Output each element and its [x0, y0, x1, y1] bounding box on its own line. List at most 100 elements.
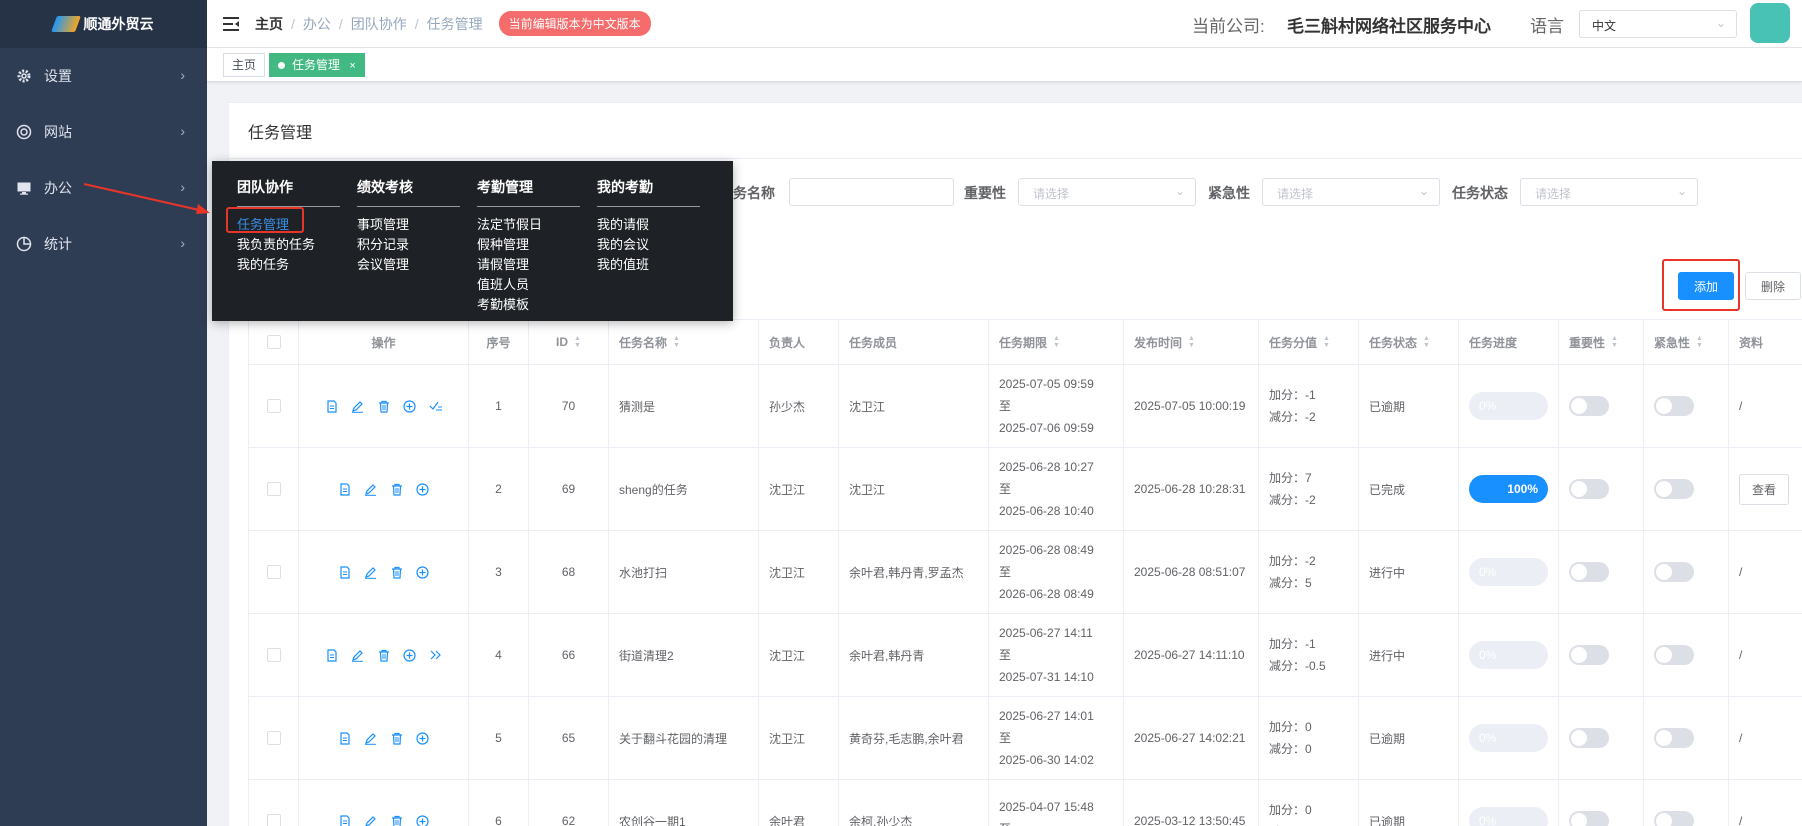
edit-icon[interactable]: [351, 399, 365, 413]
task-name-input[interactable]: [789, 178, 954, 206]
sort-icon[interactable]: ▲ ▼: [1696, 335, 1703, 349]
sort-icon[interactable]: ▲ ▼: [1423, 335, 1430, 349]
row-checkbox[interactable]: [266, 399, 281, 413]
detail-icon[interactable]: [338, 565, 352, 579]
menu-item-points[interactable]: 积分记录: [357, 235, 460, 255]
menu-toggle-icon[interactable]: [207, 16, 255, 31]
tag-task-management[interactable]: 任务管理 ×: [269, 53, 365, 77]
owner-cell: 沈卫江: [759, 448, 839, 530]
delete-button[interactable]: 删除: [1745, 272, 1801, 300]
col-header-published[interactable]: 发布时间 ▲ ▼: [1124, 320, 1259, 364]
office-dropdown-menu: 团队协作 任务管理 我负责的任务 我的任务 绩效考核 事项管理 积分记录 会议管…: [212, 161, 733, 321]
importance-toggle[interactable]: [1569, 728, 1609, 748]
urgency-toggle[interactable]: [1654, 645, 1694, 665]
deadline-start: 2025-06-28 08:49: [999, 543, 1094, 557]
delete-icon[interactable]: [390, 482, 404, 496]
view-material-button[interactable]: 查看: [1739, 473, 1790, 505]
row-checkbox[interactable]: [266, 482, 281, 496]
detail-icon[interactable]: [325, 648, 339, 662]
detail-icon[interactable]: [338, 482, 352, 496]
importance-toggle[interactable]: [1569, 645, 1609, 665]
menu-item-my-tasks[interactable]: 我的任务: [237, 255, 340, 275]
urgency-toggle[interactable]: [1654, 396, 1694, 416]
urgency-toggle[interactable]: [1654, 562, 1694, 582]
delete-icon[interactable]: [377, 648, 391, 662]
delete-icon[interactable]: [377, 399, 391, 413]
delete-icon[interactable]: [390, 731, 404, 745]
urgency-toggle[interactable]: [1654, 479, 1694, 499]
sidebar-item-statistics[interactable]: 统计 ›: [0, 216, 207, 272]
edit-icon[interactable]: [364, 565, 378, 579]
sort-icon[interactable]: ▲ ▼: [1188, 335, 1195, 349]
row-checkbox[interactable]: [266, 565, 281, 579]
material-value: /: [1739, 731, 1743, 745]
menu-item-my-meetings[interactable]: 我的会议: [597, 235, 700, 255]
urgency-toggle[interactable]: [1654, 811, 1694, 826]
app-logo[interactable]: 顺通外贸云: [0, 0, 207, 48]
row-checkbox[interactable]: [266, 814, 281, 826]
detail-icon[interactable]: [338, 814, 352, 826]
menu-item-meetings[interactable]: 会议管理: [357, 255, 460, 275]
avatar[interactable]: [1750, 3, 1790, 43]
sort-icon[interactable]: ▲ ▼: [673, 335, 680, 349]
add-subtask-icon[interactable]: [416, 731, 430, 745]
forward-icon[interactable]: [429, 648, 443, 662]
add-subtask-icon[interactable]: [403, 399, 417, 413]
row-checkbox[interactable]: [266, 731, 281, 745]
detail-icon[interactable]: [325, 399, 339, 413]
edit-icon[interactable]: [364, 731, 378, 745]
complete-icon[interactable]: [429, 399, 443, 413]
menu-item-duty-staff[interactable]: 值班人员: [477, 275, 580, 295]
importance-toggle[interactable]: [1569, 811, 1609, 826]
divider: [229, 158, 1802, 159]
col-header-status[interactable]: 任务状态 ▲ ▼: [1359, 320, 1459, 364]
edit-icon[interactable]: [364, 482, 378, 496]
importance-toggle[interactable]: [1569, 396, 1609, 416]
add-subtask-icon[interactable]: [416, 565, 430, 579]
breadcrumb-home[interactable]: 主页: [255, 14, 283, 34]
sort-icon[interactable]: ▲ ▼: [1053, 335, 1060, 349]
row-checkbox[interactable]: [266, 648, 281, 662]
menu-item-attendance-template[interactable]: 考勤模板: [477, 295, 580, 315]
sort-icon[interactable]: ▲ ▼: [1611, 335, 1618, 349]
col-header-id[interactable]: ID ▲ ▼: [529, 320, 609, 364]
close-icon[interactable]: ×: [349, 60, 355, 72]
deadline-start: 2025-07-05 09:59: [999, 377, 1094, 391]
status-select[interactable]: 请选择 ⌄: [1520, 178, 1698, 206]
col-header-name[interactable]: 任务名称 ▲ ▼: [609, 320, 759, 364]
add-subtask-icon[interactable]: [403, 648, 417, 662]
sidebar-item-settings[interactable]: 设置 ›: [0, 48, 207, 104]
importance-toggle[interactable]: [1569, 562, 1609, 582]
detail-icon[interactable]: [338, 731, 352, 745]
edit-icon[interactable]: [351, 648, 365, 662]
importance-toggle[interactable]: [1569, 479, 1609, 499]
delete-icon[interactable]: [390, 565, 404, 579]
importance-select[interactable]: 请选择 ⌄: [1018, 178, 1196, 206]
menu-item-my-duty[interactable]: 我的值班: [597, 255, 700, 275]
sidebar-item-website[interactable]: 网站 ›: [0, 104, 207, 160]
col-header-importance[interactable]: 重要性 ▲ ▼: [1559, 320, 1644, 364]
edit-icon[interactable]: [364, 814, 378, 826]
sort-icon[interactable]: ▲ ▼: [574, 335, 581, 349]
add-subtask-icon[interactable]: [416, 814, 430, 826]
add-subtask-icon[interactable]: [416, 482, 430, 496]
select-all-checkbox[interactable]: [266, 335, 281, 349]
urgency-toggle[interactable]: [1654, 728, 1694, 748]
urgency-select[interactable]: 请选择 ⌄: [1262, 178, 1440, 206]
menu-item-matters[interactable]: 事项管理: [357, 215, 460, 235]
add-button[interactable]: 添加: [1678, 272, 1734, 300]
sort-icon[interactable]: ▲ ▼: [1323, 335, 1330, 349]
menu-item-my-responsible-tasks[interactable]: 我负责的任务: [237, 235, 340, 255]
importance-cell: [1559, 448, 1644, 530]
menu-item-leave-management[interactable]: 请假管理: [477, 255, 580, 275]
menu-item-leave-types[interactable]: 假种管理: [477, 235, 580, 255]
tag-home[interactable]: 主页: [223, 53, 266, 77]
col-header-urgency[interactable]: 紧急性 ▲ ▼: [1644, 320, 1729, 364]
delete-icon[interactable]: [390, 814, 404, 826]
language-label: 语言: [1530, 17, 1564, 36]
col-header-deadline[interactable]: 任务期限 ▲ ▼: [989, 320, 1124, 364]
menu-item-holidays[interactable]: 法定节假日: [477, 215, 580, 235]
language-select[interactable]: 中文 ⌄: [1579, 10, 1737, 38]
menu-item-my-leave[interactable]: 我的请假: [597, 215, 700, 235]
col-header-score[interactable]: 任务分值 ▲ ▼: [1259, 320, 1359, 364]
